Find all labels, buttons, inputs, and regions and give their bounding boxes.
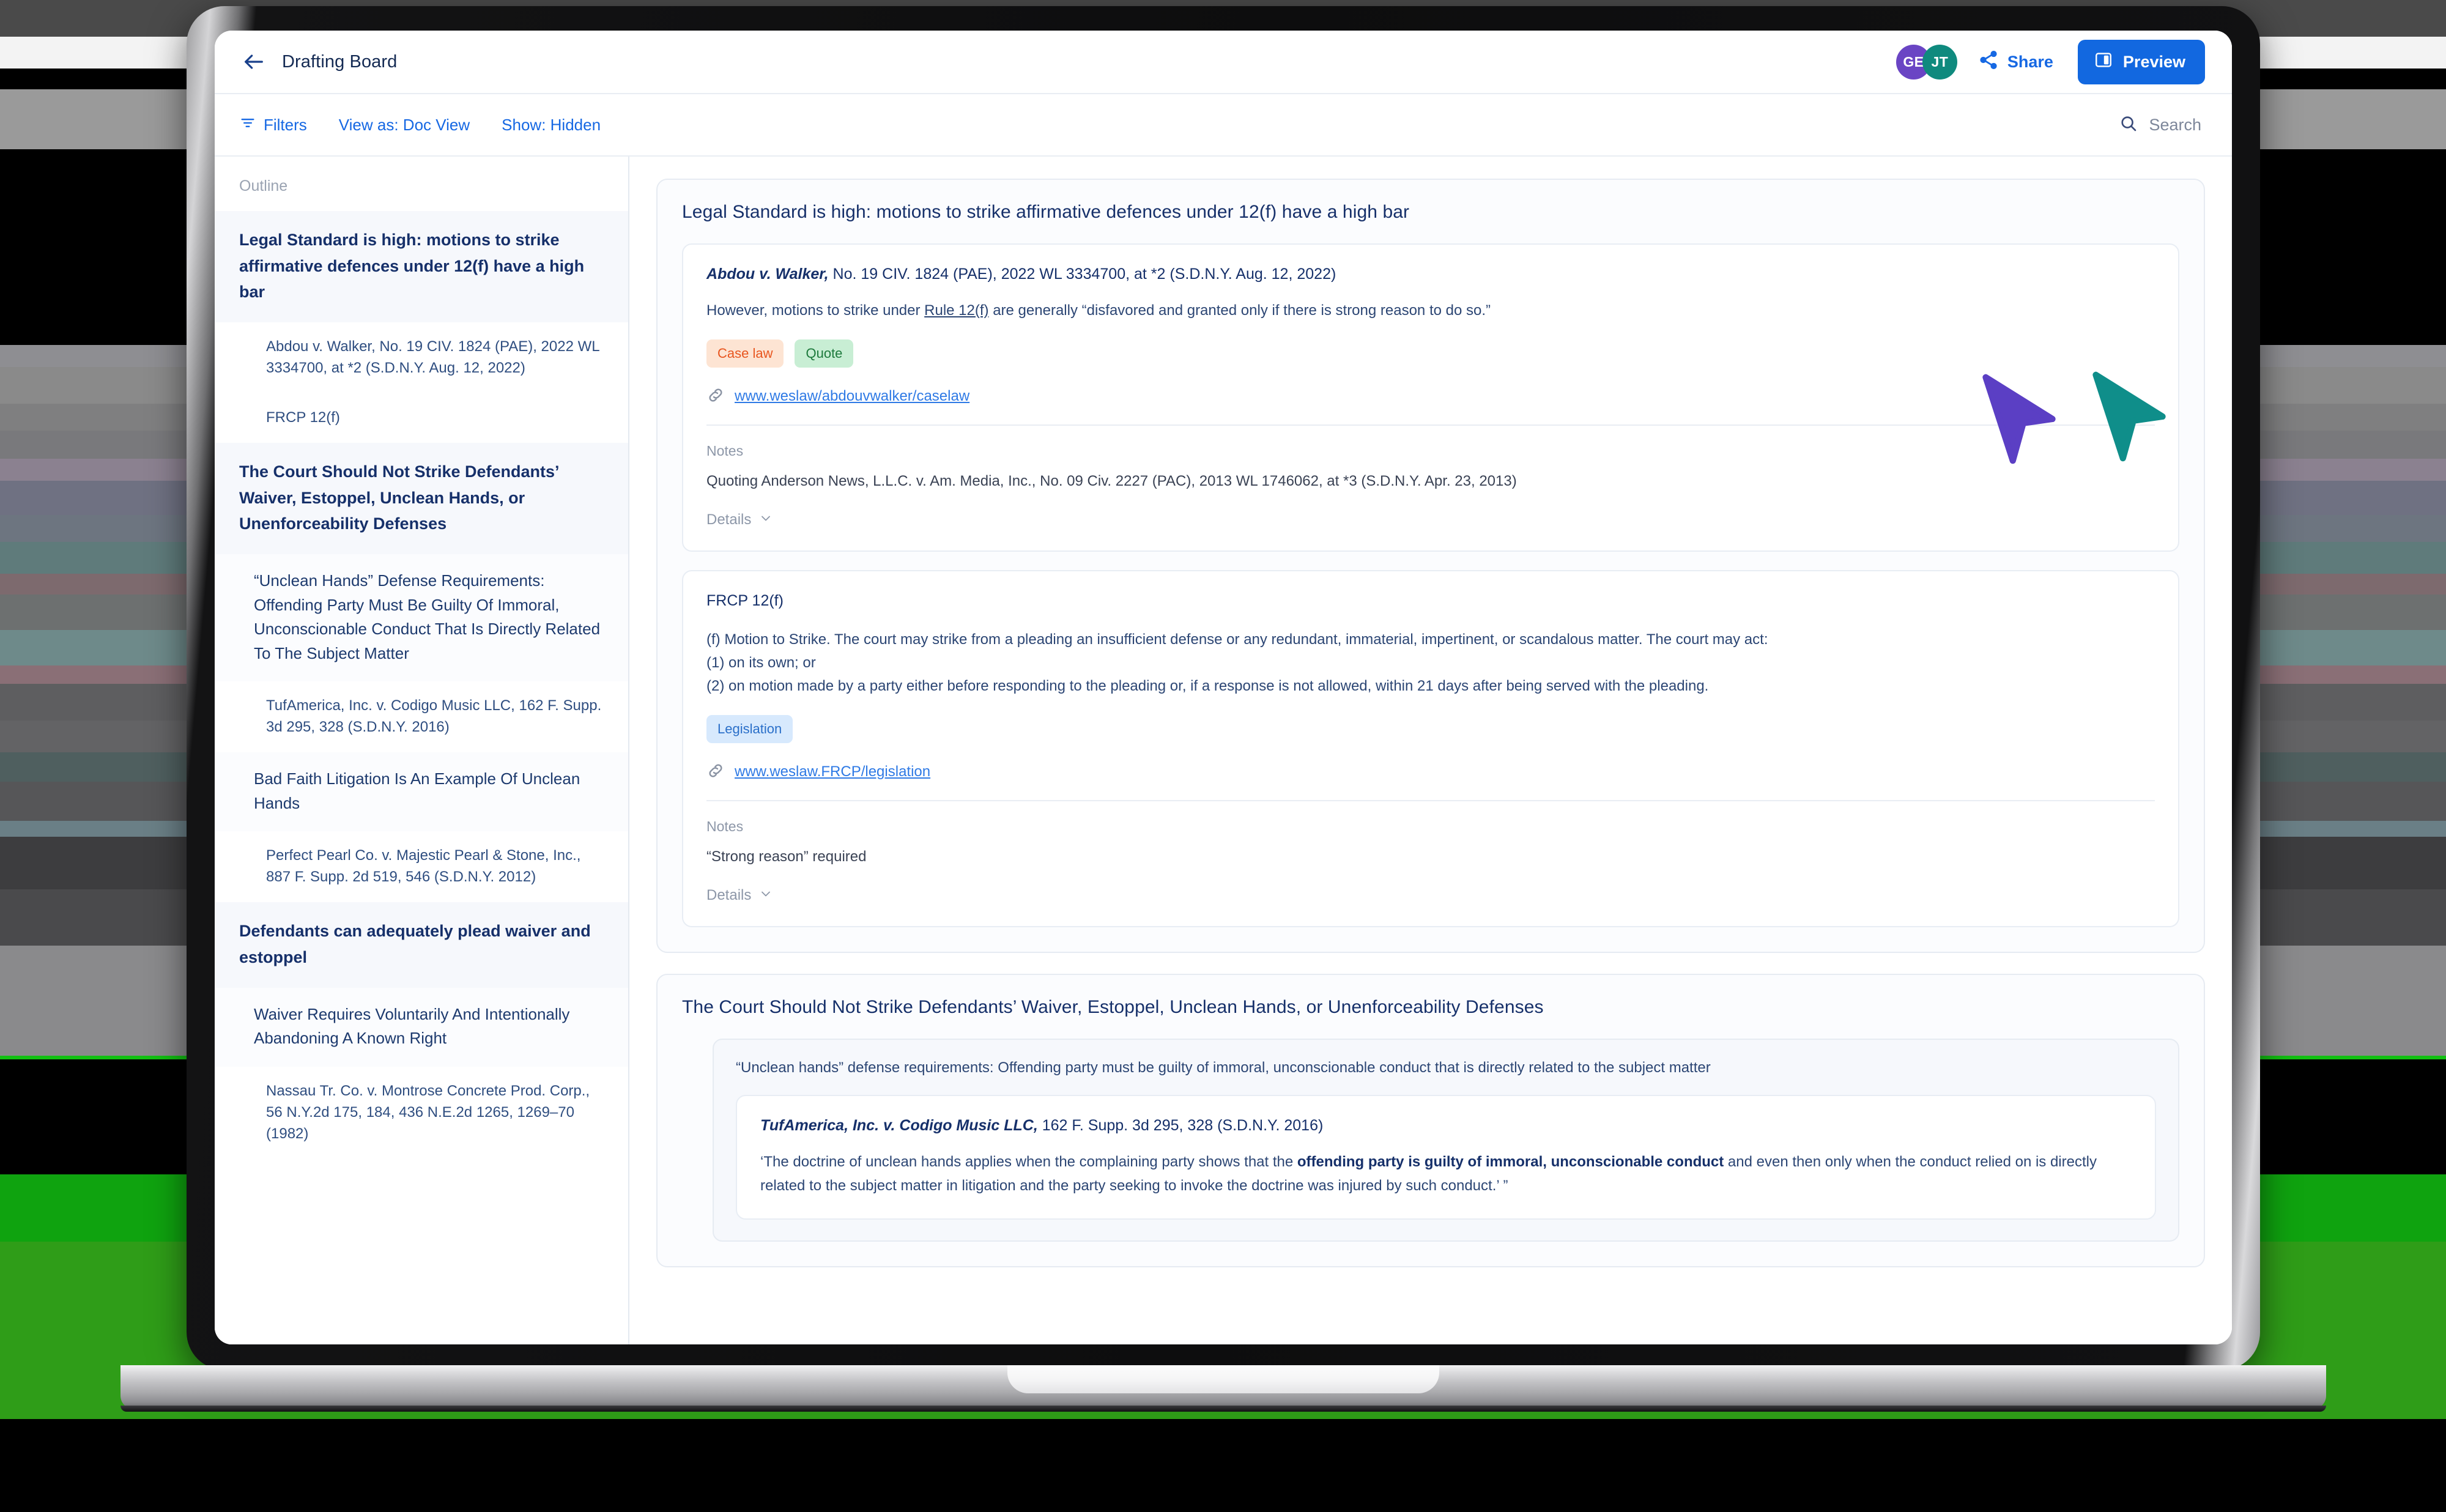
- panel-icon: [2094, 50, 2113, 74]
- notes-text: Quoting Anderson News, L.L.C. v. Am. Med…: [706, 472, 1517, 489]
- details-label: Details: [706, 511, 752, 528]
- share-label: Share: [2007, 52, 2053, 71]
- laptop-base-notch: [1007, 1365, 1439, 1393]
- back-arrow-icon[interactable]: [237, 45, 271, 79]
- sidebar-item-court-should-not-strike[interactable]: The Court Should Not Strike Defendants’ …: [215, 443, 628, 555]
- source-link-row[interactable]: www.weslaw.FRCP/legislation: [706, 762, 2155, 783]
- view-as-selector[interactable]: View as: Doc View: [336, 112, 472, 138]
- chevron-down-icon: [758, 511, 773, 530]
- quote-text-bold: offending party is guilty of immoral, un…: [1297, 1153, 1724, 1170]
- tag-list: Case law Quote: [706, 339, 2155, 368]
- laptop-frame: Drafting Board GE JT Share Preview Filte…: [120, 6, 2326, 1413]
- tag-quote[interactable]: Quote: [795, 339, 854, 368]
- sidebar-item-frcp-12f[interactable]: FRCP 12(f): [215, 393, 628, 443]
- citation-reference: No. 19 CIV. 1824 (PAE), 2022 WL 3334700,…: [828, 265, 1336, 283]
- source-link[interactable]: www.weslaw/abdouvwalker/caselaw: [735, 388, 969, 405]
- drafting-board-app: Drafting Board GE JT Share Preview Filte…: [215, 31, 2232, 1344]
- laptop-screen: Drafting Board GE JT Share Preview Filte…: [215, 31, 2232, 1344]
- citation-card[interactable]: TufAmerica, Inc. v. Codigo Music LLC, 16…: [736, 1094, 2156, 1220]
- citation-card[interactable]: Abdou v. Walker, No. 19 CIV. 1824 (PAE),…: [682, 243, 2179, 552]
- app-body: Outline Legal Standard is high: motions …: [215, 157, 2232, 1344]
- subsection-title: “Unclean hands” defense requirements: Of…: [736, 1059, 1711, 1076]
- statute-line-3: (2) on motion made by a party either bef…: [706, 677, 1709, 694]
- app-header: Drafting Board GE JT Share Preview: [215, 31, 2232, 93]
- details-toggle[interactable]: Details: [706, 511, 2155, 530]
- notes-label: Notes: [706, 442, 744, 459]
- show-selector[interactable]: Show: Hidden: [499, 112, 603, 138]
- source-link[interactable]: www.weslaw.FRCP/legislation: [735, 763, 930, 780]
- sidebar-item-unclean-hands-requirements[interactable]: “Unclean Hands” Defense Requirements: Of…: [215, 554, 628, 682]
- notes-label: Notes: [706, 818, 744, 834]
- sidebar-item-bad-faith-litigation[interactable]: Bad Faith Litigation Is An Example Of Un…: [215, 752, 628, 832]
- link-icon: [706, 386, 725, 407]
- source-link-row[interactable]: www.weslaw/abdouvwalker/caselaw: [706, 386, 2155, 407]
- card-divider: [706, 424, 2155, 426]
- filter-icon: [239, 114, 256, 136]
- body-text-post: are generally “disfavored and granted on…: [988, 302, 1491, 319]
- outline-sidebar[interactable]: Outline Legal Standard is high: motions …: [215, 157, 629, 1344]
- preview-label: Preview: [2122, 52, 2185, 71]
- body-text-pre: However, motions to strike under: [706, 302, 925, 319]
- card-citation: TufAmerica, Inc. v. Codigo Music LLC, 16…: [760, 1117, 2132, 1135]
- search-icon: [2119, 114, 2138, 136]
- document-section-2: The Court Should Not Strike Defendants’ …: [656, 973, 2205, 1268]
- document-subsection: “Unclean hands” defense requirements: Of…: [713, 1038, 2179, 1242]
- sidebar-item-perfect-pearl[interactable]: Perfect Pearl Co. v. Majestic Pearl & St…: [215, 831, 628, 903]
- filters-label: Filters: [264, 115, 307, 134]
- chevron-down-icon: [758, 886, 773, 905]
- page-title: Drafting Board: [282, 51, 398, 72]
- avatar-group: GE JT: [1896, 44, 1957, 80]
- share-icon: [1978, 50, 1999, 75]
- citation-case-name: Abdou v. Walker,: [706, 265, 829, 283]
- card-heading: FRCP 12(f): [706, 591, 784, 609]
- card-divider: [706, 799, 2155, 801]
- sidebar-item-waiver-requires[interactable]: Waiver Requires Voluntarily And Intentio…: [215, 987, 628, 1067]
- sidebar-item-abdou-walker[interactable]: Abdou v. Walker, No. 19 CIV. 1824 (PAE),…: [215, 322, 628, 394]
- document-pane[interactable]: Legal Standard is high: motions to strik…: [629, 157, 2232, 1344]
- section-title: The Court Should Not Strike Defendants’ …: [682, 996, 1544, 1017]
- notes-text: “Strong reason” required: [706, 848, 867, 865]
- filters-button[interactable]: Filters: [237, 111, 309, 139]
- tag-legislation[interactable]: Legislation: [706, 714, 793, 743]
- citation-case-name: TufAmerica, Inc. v. Codigo Music LLC,: [760, 1116, 1038, 1134]
- link-icon: [706, 762, 725, 783]
- rule-link[interactable]: Rule 12(f): [924, 302, 988, 319]
- sidebar-item-waiver-estoppel[interactable]: Defendants can adequately plead waiver a…: [215, 902, 628, 988]
- card-body: However, motions to strike under Rule 12…: [706, 299, 2155, 322]
- toolbar: Filters View as: Doc View Show: Hidden S…: [215, 93, 2232, 157]
- backdrop-band: [0, 1419, 2446, 1512]
- citation-reference: 162 F. Supp. 3d 295, 328 (S.D.N.Y. 2016): [1037, 1116, 1324, 1134]
- outline-label: Outline: [239, 177, 288, 195]
- details-label: Details: [706, 887, 752, 904]
- card-citation: Abdou v. Walker, No. 19 CIV. 1824 (PAE),…: [706, 265, 2155, 283]
- search-input[interactable]: Search: [2116, 110, 2204, 140]
- card-quote: ‘The doctrine of unclean hands applies w…: [760, 1151, 2132, 1198]
- details-toggle[interactable]: Details: [706, 886, 2155, 905]
- tag-list: Legislation: [706, 714, 2155, 743]
- statute-line-1: (f) Motion to Strike. The court may stri…: [706, 631, 1768, 648]
- quote-text-pre: ‘The doctrine of unclean hands applies w…: [760, 1153, 1297, 1170]
- tag-case-law[interactable]: Case law: [706, 339, 784, 368]
- avatar[interactable]: JT: [1922, 44, 1957, 80]
- sidebar-item-nassau-tr[interactable]: Nassau Tr. Co. v. Montrose Concrete Prod…: [215, 1066, 628, 1159]
- search-label: Search: [2149, 115, 2201, 134]
- card-body: (f) Motion to Strike. The court may stri…: [706, 628, 2155, 698]
- legislation-card[interactable]: FRCP 12(f) (f) Motion to Strike. The cou…: [682, 569, 2179, 927]
- statute-line-2: (1) on its own; or: [706, 654, 816, 671]
- sidebar-item-tufamerica[interactable]: TufAmerica, Inc. v. Codigo Music LLC, 16…: [215, 681, 628, 753]
- preview-button[interactable]: Preview: [2077, 39, 2205, 84]
- section-title: Legal Standard is high: motions to strik…: [682, 202, 1410, 222]
- sidebar-item-legal-standard[interactable]: Legal Standard is high: motions to strik…: [215, 211, 628, 322]
- share-button[interactable]: Share: [1978, 50, 2053, 75]
- document-section-1: Legal Standard is high: motions to strik…: [656, 179, 2205, 953]
